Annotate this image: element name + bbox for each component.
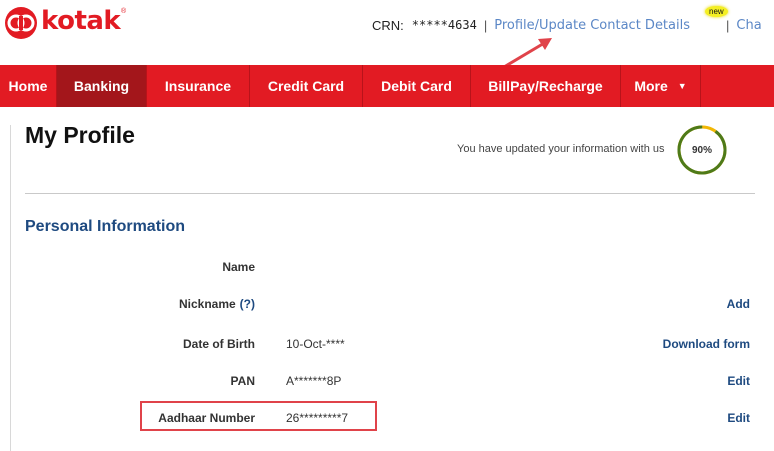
nav-billpay-label: BillPay/Recharge — [488, 78, 603, 94]
download-form-link[interactable]: Download form — [663, 337, 750, 351]
nickname-help-link[interactable]: (?) — [240, 297, 255, 311]
aadhaar-highlight-box — [140, 401, 377, 431]
row-nickname: Nickname (?) Add — [0, 297, 774, 317]
kotak-logo[interactable]: kotak ® — [4, 6, 126, 40]
profile-update-link[interactable]: Profile/Update Contact Details — [494, 18, 690, 33]
nav-home[interactable]: Home — [0, 65, 57, 107]
registered-mark: ® — [121, 8, 127, 15]
progress-text: You have updated your information with u… — [457, 143, 665, 155]
crn-label: CRN: — [372, 17, 404, 33]
kotak-logo-icon — [5, 7, 37, 39]
new-badge: new — [705, 6, 728, 17]
nav-more[interactable]: More ▼ — [621, 65, 701, 107]
edit-pan-link[interactable]: Edit — [727, 374, 750, 388]
section-divider — [25, 193, 755, 194]
nav-home-label: Home — [8, 78, 48, 94]
row-pan: PAN A*******8P Edit — [0, 374, 774, 394]
progress-label: 90% — [692, 145, 712, 156]
separator-2: | — [726, 17, 730, 33]
pan-value: A*******8P — [286, 374, 342, 388]
nickname-label-group: Nickname (?) — [179, 297, 255, 311]
account-topbar: CRN: *****4634 | Profile/Update Contact … — [372, 6, 762, 35]
dob-label: Date of Birth — [183, 337, 255, 351]
brand-name: kotak — [41, 6, 121, 36]
nav-debit-card[interactable]: Debit Card — [363, 65, 471, 107]
nav-insurance[interactable]: Insurance — [147, 65, 250, 107]
nav-banking-label: Banking — [73, 78, 130, 94]
section-title: Personal Information — [25, 218, 186, 235]
row-aadhaar: Aadhaar Number 26*********7 Edit — [0, 411, 774, 431]
nav-credit-card-label: Credit Card — [267, 78, 345, 94]
left-divider — [10, 125, 11, 451]
row-dob: Date of Birth 10-Oct-**** Download form — [0, 337, 774, 357]
page-title: My Profile — [25, 122, 135, 148]
nav-billpay[interactable]: BillPay/Recharge — [471, 65, 621, 107]
pan-label: PAN — [230, 374, 255, 388]
nav-insurance-label: Insurance — [164, 78, 232, 94]
caret-down-icon: ▼ — [677, 81, 687, 91]
profile-progress-ring: 90% — [677, 125, 727, 175]
nav-more-label: More — [634, 78, 668, 94]
row-name: Name — [0, 260, 774, 280]
crn-value: *****4634 — [411, 18, 477, 32]
add-nickname-link[interactable]: Add — [727, 297, 750, 311]
nickname-label: Nickname — [178, 297, 236, 311]
edit-aadhaar-link[interactable]: Edit — [727, 411, 750, 425]
dob-value: 10-Oct-**** — [286, 337, 345, 351]
nav-debit-card-label: Debit Card — [381, 78, 452, 94]
nav-credit-card[interactable]: Credit Card — [250, 65, 363, 107]
separator: | — [483, 17, 488, 33]
truncated-link[interactable]: Cha — [736, 18, 761, 33]
name-label: Name — [222, 260, 255, 274]
main-nav: Home Banking Insurance Credit Card Debit… — [0, 65, 774, 107]
nav-banking[interactable]: Banking — [57, 65, 147, 107]
